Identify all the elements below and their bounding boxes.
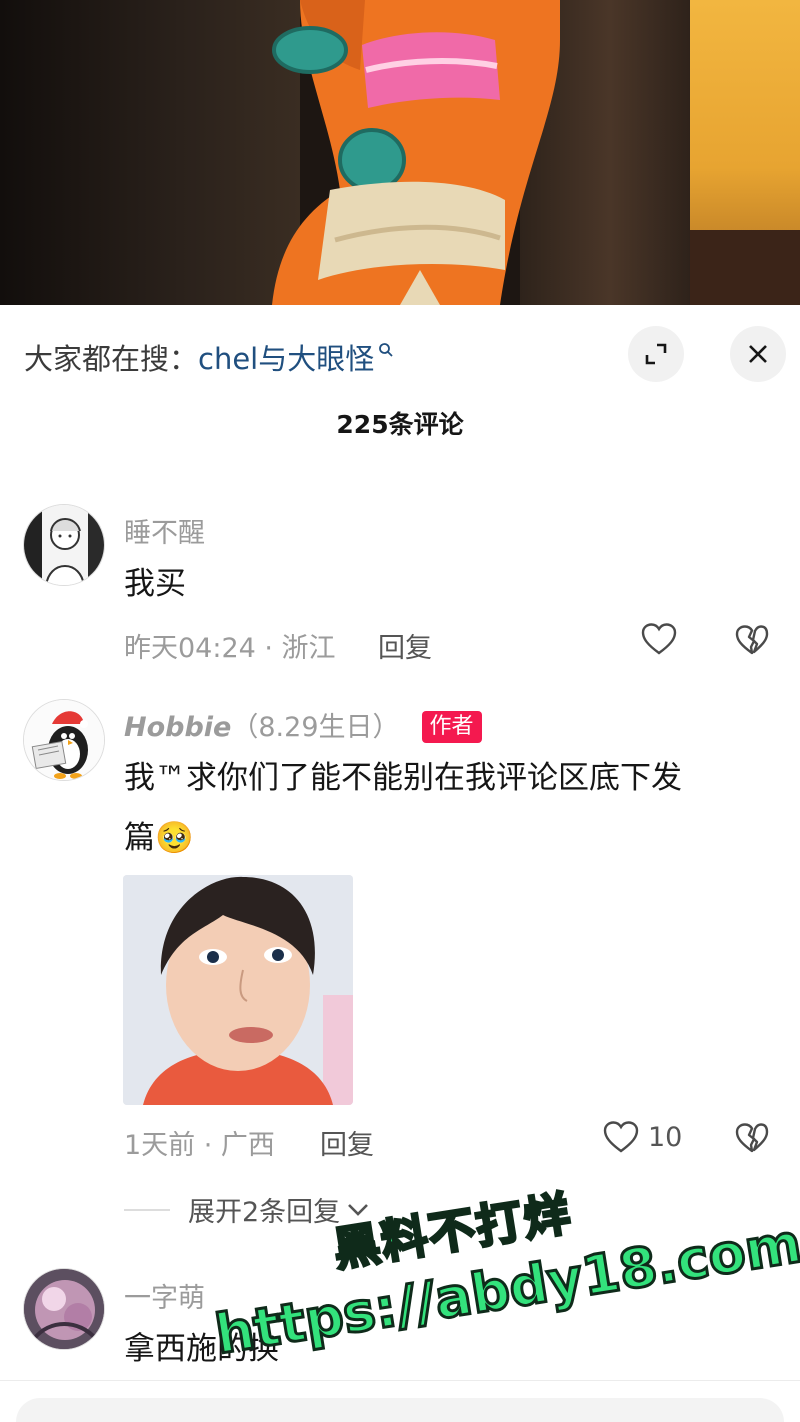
- avatar-image: [24, 505, 104, 585]
- comment-username[interactable]: 一字萌: [124, 1276, 205, 1315]
- search-suggestion-prefix: 大家都在搜：: [24, 342, 199, 376]
- expand-icon: [645, 343, 667, 365]
- comment-username[interactable]: Hobbie: [124, 712, 231, 743]
- comment-count: 225条评论: [336, 410, 464, 439]
- avatar[interactable]: [23, 504, 105, 586]
- reply-button[interactable]: 回复: [378, 626, 432, 665]
- comment-username[interactable]: 睡不醒: [124, 511, 205, 550]
- comment-username-row: Hobbie（8.29生日） 作者: [124, 705, 482, 744]
- video-player[interactable]: [0, 0, 800, 305]
- avatar[interactable]: [23, 699, 105, 781]
- search-suggestion[interactable]: 大家都在搜： chel与大眼怪: [24, 333, 394, 381]
- avatar-image: [24, 1269, 104, 1349]
- comment-time-location: 1天前 · 广西: [124, 1130, 275, 1161]
- broken-heart-icon: [735, 625, 769, 655]
- close-icon: [749, 345, 767, 363]
- search-suggestion-query[interactable]: chel与大眼怪: [198, 336, 374, 378]
- avatar-image: [24, 700, 104, 780]
- comment-text-line: 篇: [124, 820, 155, 856]
- heart-icon: [603, 1121, 639, 1153]
- search-icon: [378, 331, 394, 365]
- divider: [0, 1380, 800, 1381]
- video-frame-character: [272, 0, 560, 305]
- close-button[interactable]: [730, 326, 786, 382]
- divider-line: [124, 1208, 170, 1211]
- heart-icon: [641, 623, 677, 655]
- comment-text: 我买: [124, 566, 186, 602]
- dislike-button[interactable]: [734, 624, 770, 656]
- comment-photo: [123, 875, 353, 1105]
- comment-image[interactable]: [123, 875, 353, 1105]
- fullscreen-button[interactable]: [628, 326, 684, 382]
- comment-text: 我™求你们了能不能别在我评论区底下发 篇🥹: [124, 748, 774, 868]
- like-count: 10: [648, 1121, 683, 1153]
- watermark: 黑料不打烊 https://abdy18.com: [199, 1137, 800, 1412]
- emoji: 🥹: [155, 820, 194, 856]
- avatar[interactable]: [23, 1268, 105, 1350]
- comment-time-location: 昨天04:24 · 浙江: [124, 633, 336, 664]
- like-button[interactable]: 10: [602, 1120, 682, 1154]
- comment-text-line: 我™求你们了能不能别在我评论区底下发: [124, 760, 682, 796]
- reply-button[interactable]: 回复: [320, 1123, 374, 1162]
- username-note: （8.29生日）: [231, 712, 400, 743]
- like-button[interactable]: [640, 622, 678, 656]
- author-badge: 作者: [421, 711, 482, 743]
- comment-input[interactable]: [16, 1398, 784, 1422]
- comment-text-line: 篇🥹: [124, 808, 774, 868]
